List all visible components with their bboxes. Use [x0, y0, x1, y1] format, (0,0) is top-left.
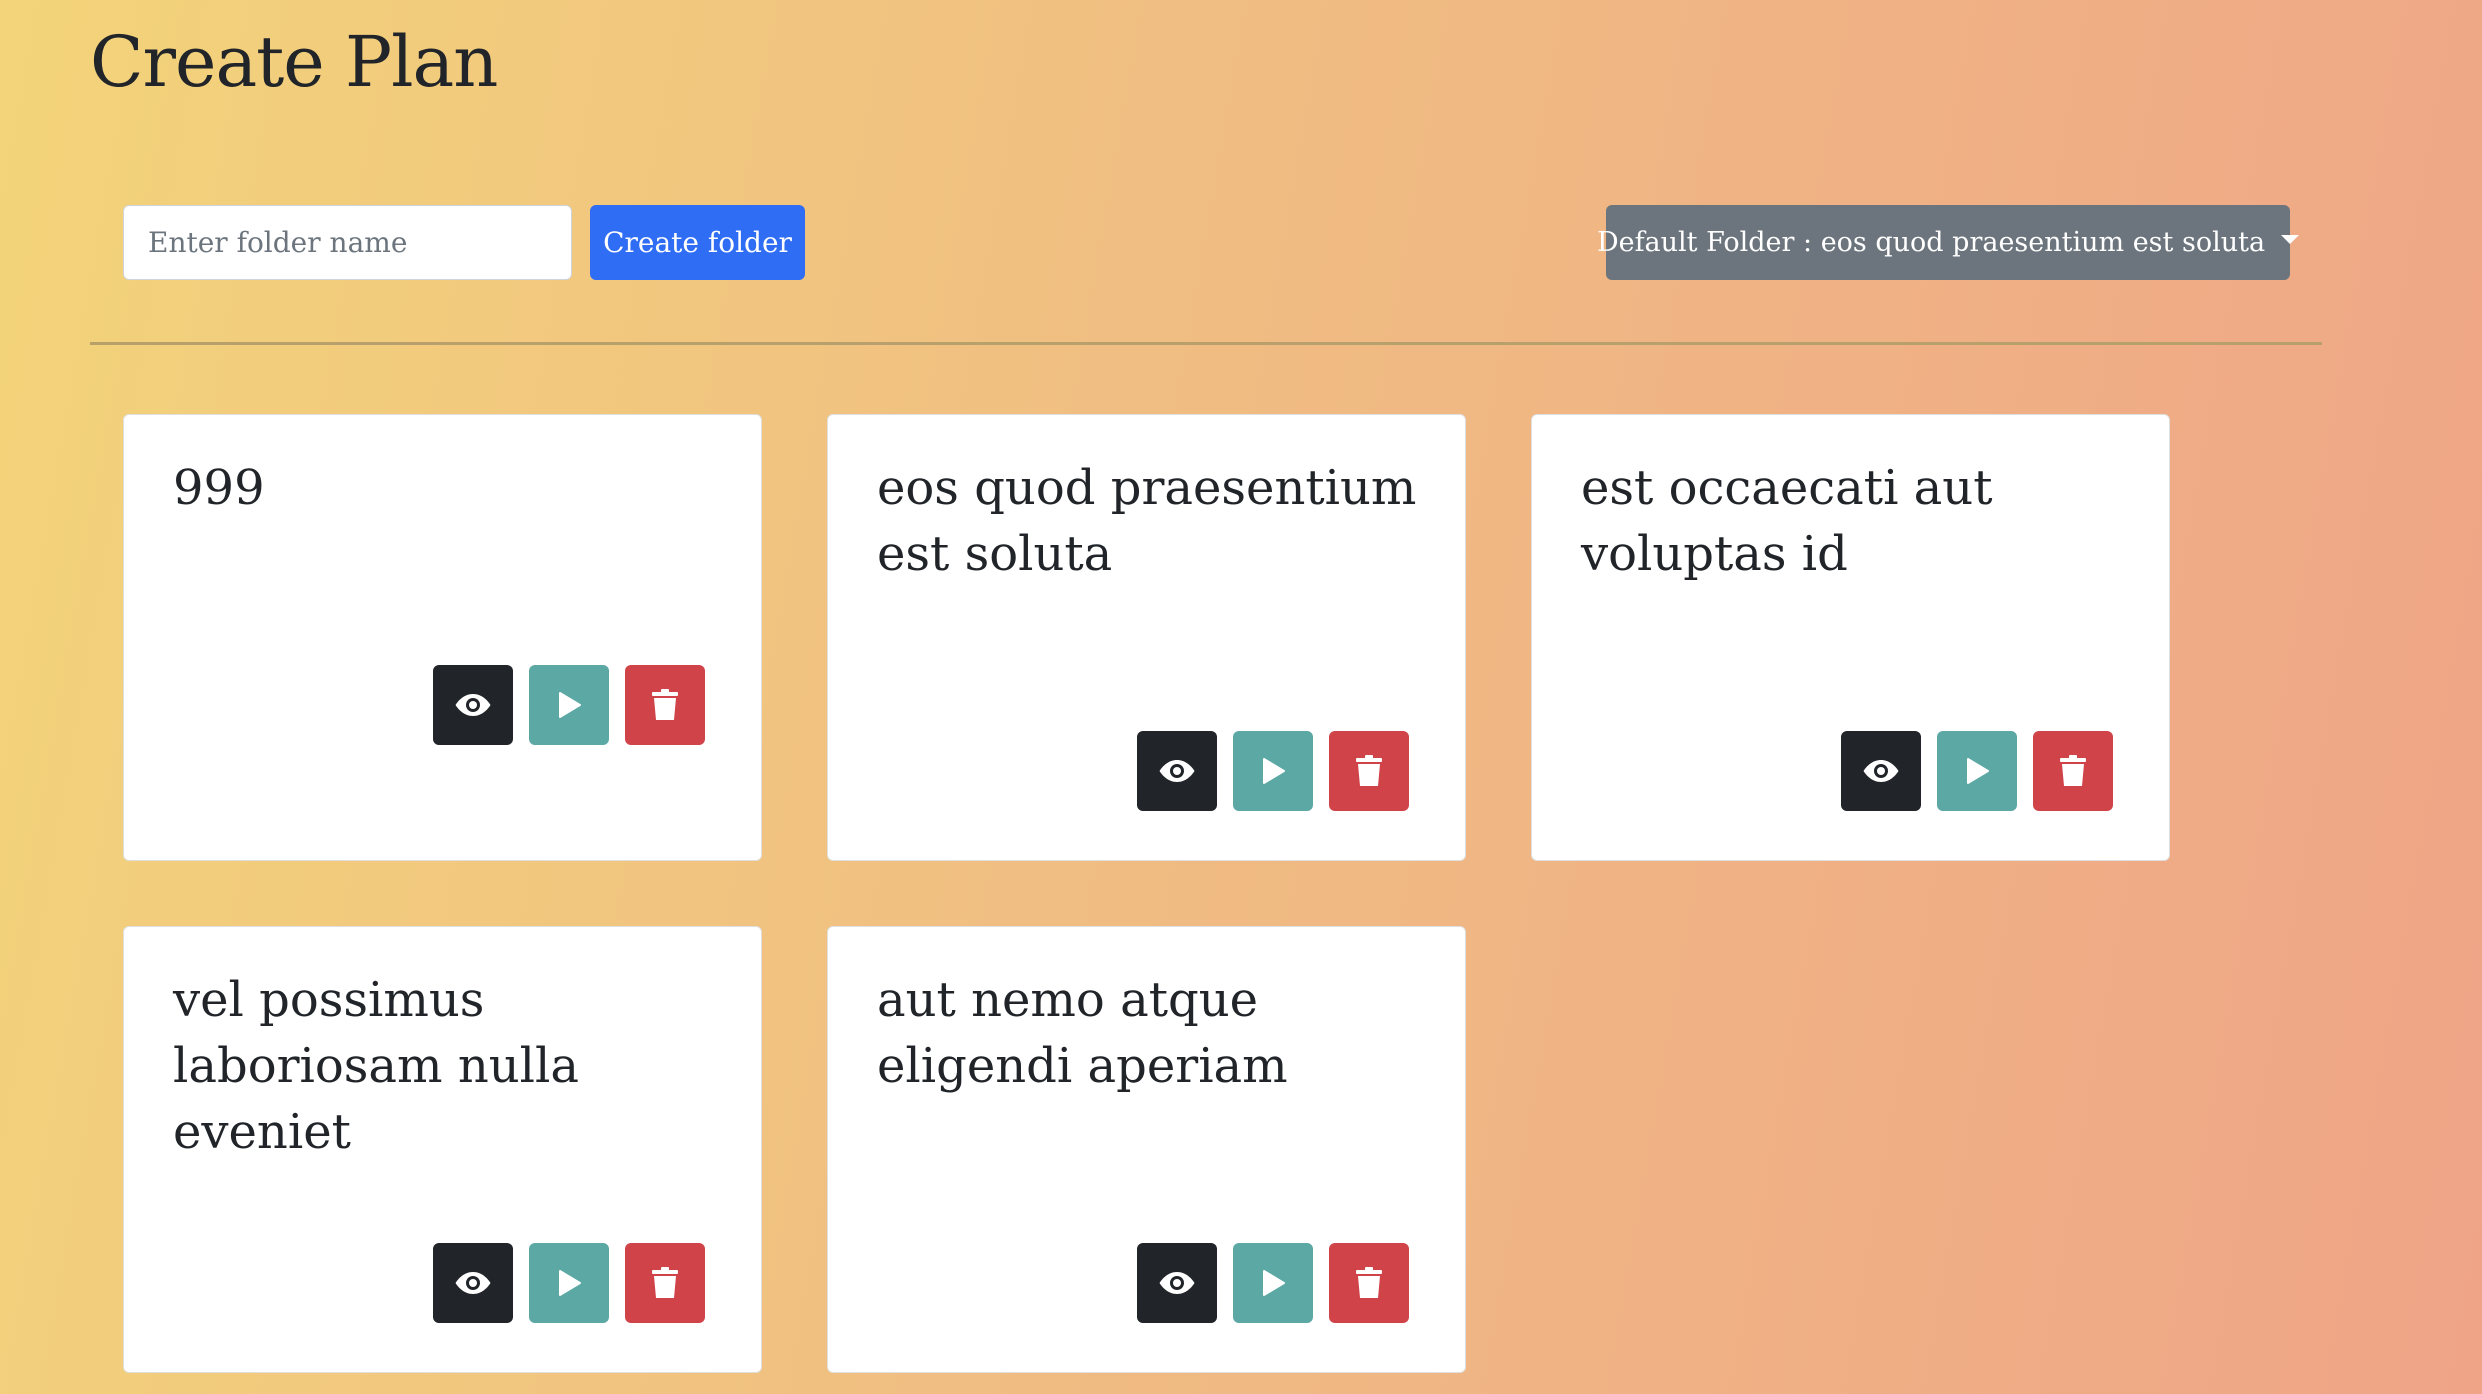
plan-title: est occaecati aut voluptas id	[1581, 460, 1993, 582]
folder-name-input[interactable]	[123, 205, 572, 280]
delete-button[interactable]	[2033, 731, 2113, 811]
eye-icon	[1159, 1272, 1195, 1294]
play-button[interactable]	[1233, 731, 1313, 811]
section-divider	[90, 342, 2322, 345]
plan-title: aut nemo atque eligendi aperiam	[877, 972, 1288, 1094]
play-icon	[1967, 758, 1989, 784]
view-button[interactable]	[433, 665, 513, 745]
plan-actions	[1841, 731, 2113, 811]
create-folder-button[interactable]: Create folder	[590, 205, 805, 280]
play-button[interactable]	[529, 665, 609, 745]
play-icon	[559, 1270, 581, 1296]
play-button[interactable]	[1937, 731, 2017, 811]
plan-card: eos quod praesentium est soluta	[827, 414, 1466, 861]
play-button[interactable]	[1233, 1243, 1313, 1323]
play-icon	[1263, 758, 1285, 784]
trash-icon	[652, 689, 678, 720]
trash-icon	[1356, 755, 1382, 786]
plan-card: est occaecati aut voluptas id	[1531, 414, 2170, 861]
play-icon	[559, 692, 581, 718]
view-button[interactable]	[433, 1243, 513, 1323]
plan-title: 999	[173, 460, 265, 516]
plan-title: eos quod praesentium est soluta	[877, 460, 1417, 582]
plan-title: vel possimus laboriosam nulla eveniet	[173, 972, 579, 1160]
folder-dropdown-label: Default Folder : eos quod praesentium es…	[1596, 227, 2266, 258]
page-title: Create Plan	[90, 21, 498, 103]
plan-actions	[1137, 731, 1409, 811]
delete-button[interactable]	[625, 665, 705, 745]
plan-actions	[1137, 1243, 1409, 1323]
play-button[interactable]	[529, 1243, 609, 1323]
plan-card: aut nemo atque eligendi aperiam	[827, 926, 1466, 1373]
plan-actions	[433, 1243, 705, 1323]
plan-card: 999	[123, 414, 762, 861]
delete-button[interactable]	[625, 1243, 705, 1323]
trash-icon	[652, 1267, 678, 1298]
view-button[interactable]	[1841, 731, 1921, 811]
trash-icon	[1356, 1267, 1382, 1298]
eye-icon	[1159, 760, 1195, 782]
view-button[interactable]	[1137, 1243, 1217, 1323]
folder-dropdown[interactable]: Default Folder : eos quod praesentium es…	[1597, 205, 2300, 280]
play-icon	[1263, 1270, 1285, 1296]
plan-actions	[433, 665, 705, 745]
plan-card: vel possimus laboriosam nulla eveniet	[123, 926, 762, 1373]
delete-button[interactable]	[1329, 1243, 1409, 1323]
trash-icon	[2060, 755, 2086, 786]
eye-icon	[455, 1272, 491, 1294]
eye-icon	[455, 694, 491, 716]
eye-icon	[1863, 760, 1899, 782]
delete-button[interactable]	[1329, 731, 1409, 811]
view-button[interactable]	[1137, 731, 1217, 811]
caret-down-icon	[2281, 235, 2300, 244]
